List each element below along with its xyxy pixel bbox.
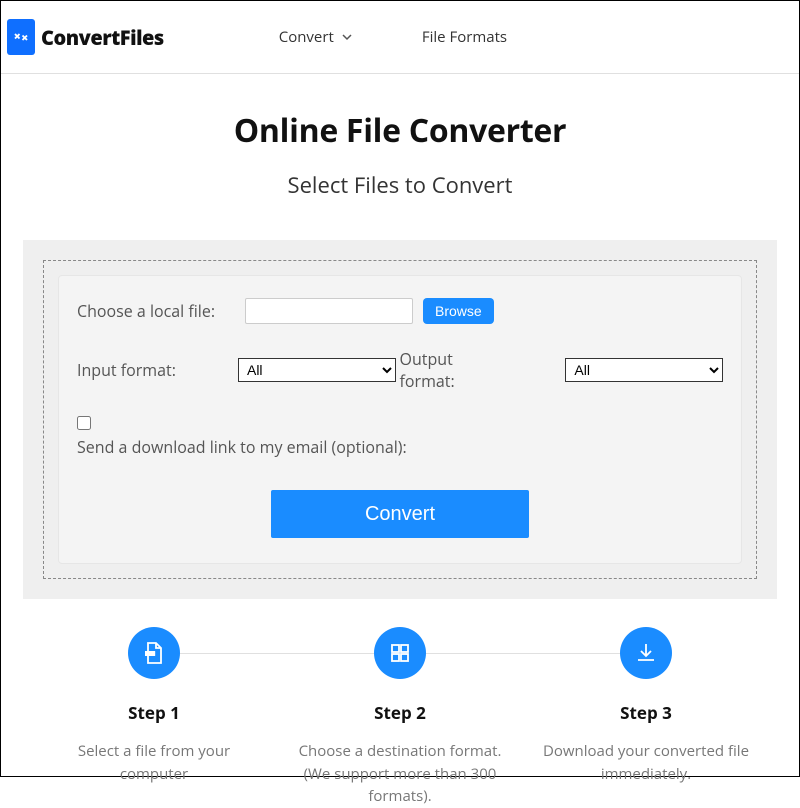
- step-title: Step 3: [526, 701, 766, 724]
- dropzone[interactable]: Choose a local file: Browse Input format…: [43, 260, 757, 579]
- converter-panel: Choose a local file: Browse Input format…: [23, 240, 777, 599]
- file-icon: FILE: [128, 627, 180, 679]
- logo-icon: [7, 19, 35, 55]
- nav-label: File Formats: [422, 27, 507, 47]
- svg-text:FILE: FILE: [147, 652, 155, 657]
- form-box: Choose a local file: Browse Input format…: [58, 275, 742, 564]
- convert-button[interactable]: Convert: [271, 490, 529, 538]
- steps: FILE Step 1 Select a file from your comp…: [1, 599, 799, 808]
- browse-button[interactable]: Browse: [423, 298, 494, 324]
- output-format-label: Output format:: [400, 348, 508, 392]
- file-input[interactable]: [245, 298, 413, 324]
- step-desc: Choose a destination format. (We support…: [280, 740, 520, 808]
- download-icon: [620, 627, 672, 679]
- email-checkbox[interactable]: [77, 416, 91, 430]
- nav-file-formats[interactable]: File Formats: [422, 27, 507, 47]
- logo-text: ConvertFiles: [41, 24, 164, 51]
- email-row: Send a download link to my email (option…: [77, 416, 723, 458]
- step-desc: Download your converted file immediately…: [526, 740, 766, 785]
- file-row: Choose a local file: Browse: [77, 298, 723, 324]
- output-format-select[interactable]: All: [565, 358, 723, 382]
- input-format-label: Input format:: [77, 359, 238, 381]
- chevron-down-icon: [342, 32, 352, 42]
- step-title: Step 2: [280, 701, 520, 724]
- format-row: Input format: All Output format: All: [77, 348, 723, 392]
- hero: Online File Converter Select Files to Co…: [1, 74, 799, 225]
- header: ConvertFiles Convert File Formats: [1, 1, 799, 74]
- page-title: Online File Converter: [1, 109, 799, 152]
- grid-icon: [374, 627, 426, 679]
- nav-label: Convert: [279, 27, 334, 47]
- nav-convert[interactable]: Convert: [279, 27, 352, 47]
- step-1: FILE Step 1 Select a file from your comp…: [34, 627, 274, 808]
- email-checkbox-label: Send a download link to my email (option…: [77, 436, 407, 458]
- step-desc: Select a file from your computer: [34, 740, 274, 785]
- step-2: Step 2 Choose a destination format. (We …: [280, 627, 520, 808]
- input-format-select[interactable]: All: [238, 358, 396, 382]
- nav: Convert File Formats: [279, 27, 507, 47]
- step-title: Step 1: [34, 701, 274, 724]
- page-subtitle: Select Files to Convert: [1, 170, 799, 200]
- choose-file-label: Choose a local file:: [77, 300, 245, 322]
- step-3: Step 3 Download your converted file imme…: [526, 627, 766, 808]
- logo[interactable]: ConvertFiles: [7, 19, 164, 55]
